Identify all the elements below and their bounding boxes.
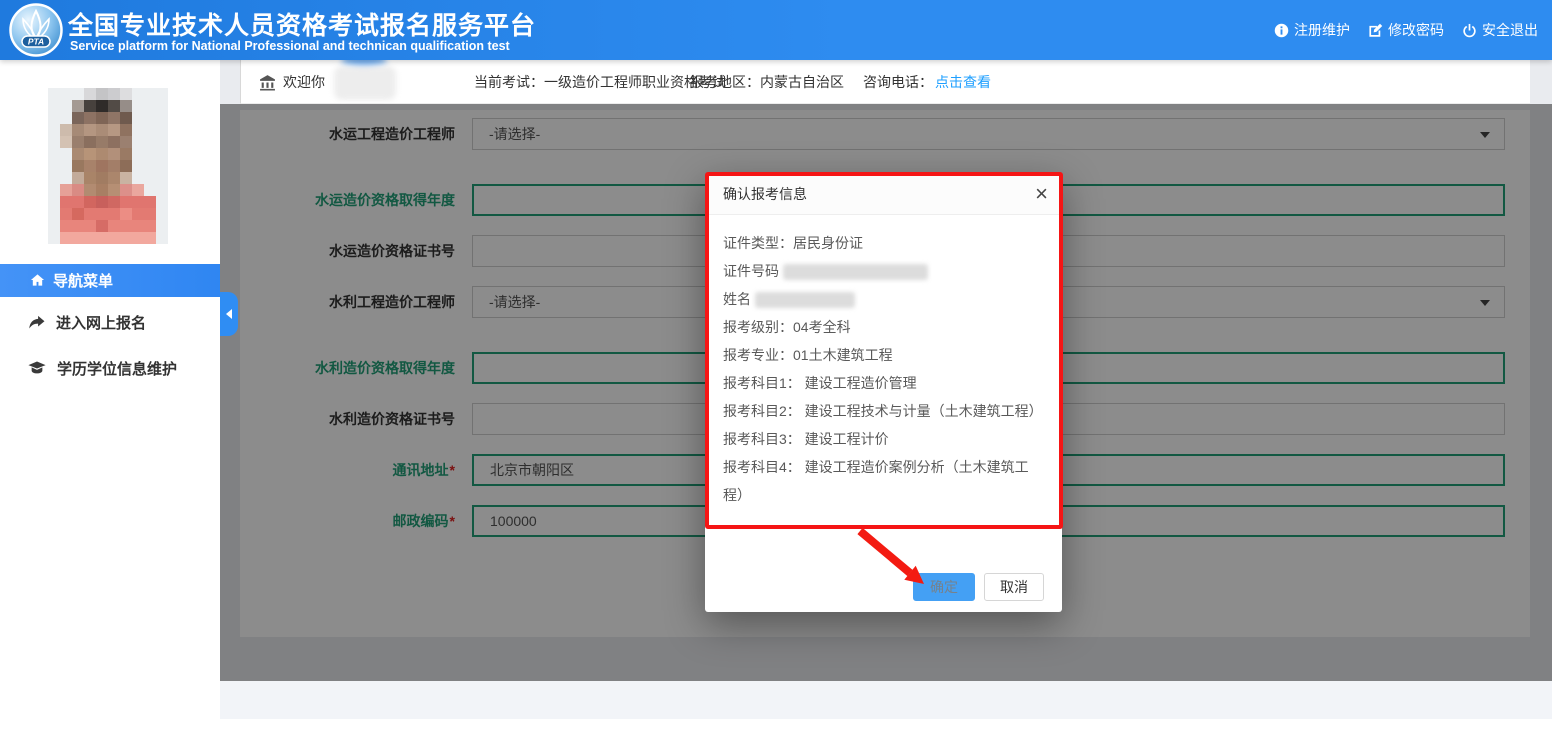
cancel-button[interactable]: 取消 [984, 573, 1044, 601]
nav-change-password[interactable]: 修改密码 [1368, 20, 1444, 40]
modal-line-subject3: 报考科目3： 建设工程计价 [723, 425, 1049, 453]
modal-line-subject1: 报考科目1： 建设工程造价管理 [723, 369, 1049, 397]
modal-line-subject4: 报考科目4： 建设工程造价案例分析（土木建筑工程） [723, 453, 1049, 509]
app-header: PTA 全国专业技术人员资格考试报名服务平台 Service platform … [0, 0, 1552, 60]
welcome-bar: 欢迎你 当前考试：一级造价工程师职业资格考试 报考地区：内蒙古自治区 咨询电话：… [240, 60, 1530, 104]
confirm-registration-modal: 确认报考信息 × 证件类型：居民身份证 证件号码 姓名 报考级别：04考全科 报… [705, 173, 1062, 612]
name-redacted [755, 292, 855, 308]
graduation-cap-icon [28, 361, 46, 376]
nav-register-maintenance[interactable]: 注册维护 [1274, 20, 1350, 40]
welcome-greeting: 欢迎你 [283, 60, 325, 104]
modal-title: 确认报考信息 [723, 173, 807, 215]
sidebar-item-education-info[interactable]: 学历学位信息维护 [0, 346, 220, 390]
chevron-left-icon [226, 309, 232, 319]
modal-line-id-type: 证件类型：居民身份证 [723, 229, 1049, 257]
sidebar: 导航菜单 进入网上报名 学历学位信息维护 [0, 60, 220, 729]
id-number-redacted [783, 264, 928, 280]
page: 欢迎你 当前考试：一级造价工程师职业资格考试 报考地区：内蒙古自治区 咨询电话：… [0, 0, 1552, 729]
modal-line-id-number: 证件号码 [723, 257, 1049, 285]
current-exam-text: 当前考试：一级造价工程师职业资格考试 [474, 60, 726, 104]
modal-line-subject2: 报考科目2： 建设工程技术与计量（土木建筑工程） [723, 397, 1049, 425]
bank-icon [259, 60, 276, 104]
header-nav: 注册维护 修改密码 安全退出 [1274, 0, 1538, 60]
user-name-redacted [334, 66, 396, 100]
svg-text:PTA: PTA [28, 37, 44, 47]
phone-view-link[interactable]: 点击查看 [935, 60, 991, 104]
applicant-photo [48, 88, 168, 244]
edit-icon [1368, 23, 1383, 38]
footer-band [220, 681, 1552, 719]
modal-body: 证件类型：居民身份证 证件号码 姓名 报考级别：04考全科 报考专业：01土木建… [723, 229, 1049, 509]
modal-line-major: 报考专业：01土木建筑工程 [723, 341, 1049, 369]
exam-region-text: 报考地区：内蒙古自治区 [690, 60, 844, 104]
platform-title: 全国专业技术人员资格考试报名服务平台 [68, 6, 536, 42]
enter-arrow-icon [28, 315, 45, 330]
modal-header: 确认报考信息 × [705, 173, 1062, 215]
modal-line-level: 报考级别：04考全科 [723, 313, 1049, 341]
confirm-button[interactable]: 确定 [913, 573, 975, 601]
home-icon [30, 273, 45, 288]
sidebar-collapse-toggle[interactable] [220, 292, 238, 336]
close-icon[interactable]: × [1035, 181, 1048, 207]
phone-label: 咨询电话： [863, 60, 933, 104]
power-icon [1462, 23, 1477, 38]
modal-line-name: 姓名 [723, 285, 1049, 313]
platform-subtitle: Service platform for National Profession… [70, 39, 510, 53]
info-icon [1274, 23, 1289, 38]
nav-logout[interactable]: 安全退出 [1462, 20, 1538, 40]
sidebar-item-online-registration[interactable]: 进入网上报名 [0, 300, 220, 344]
pta-logo: PTA [9, 3, 63, 57]
sidebar-menu-header[interactable]: 导航菜单 [0, 264, 220, 297]
